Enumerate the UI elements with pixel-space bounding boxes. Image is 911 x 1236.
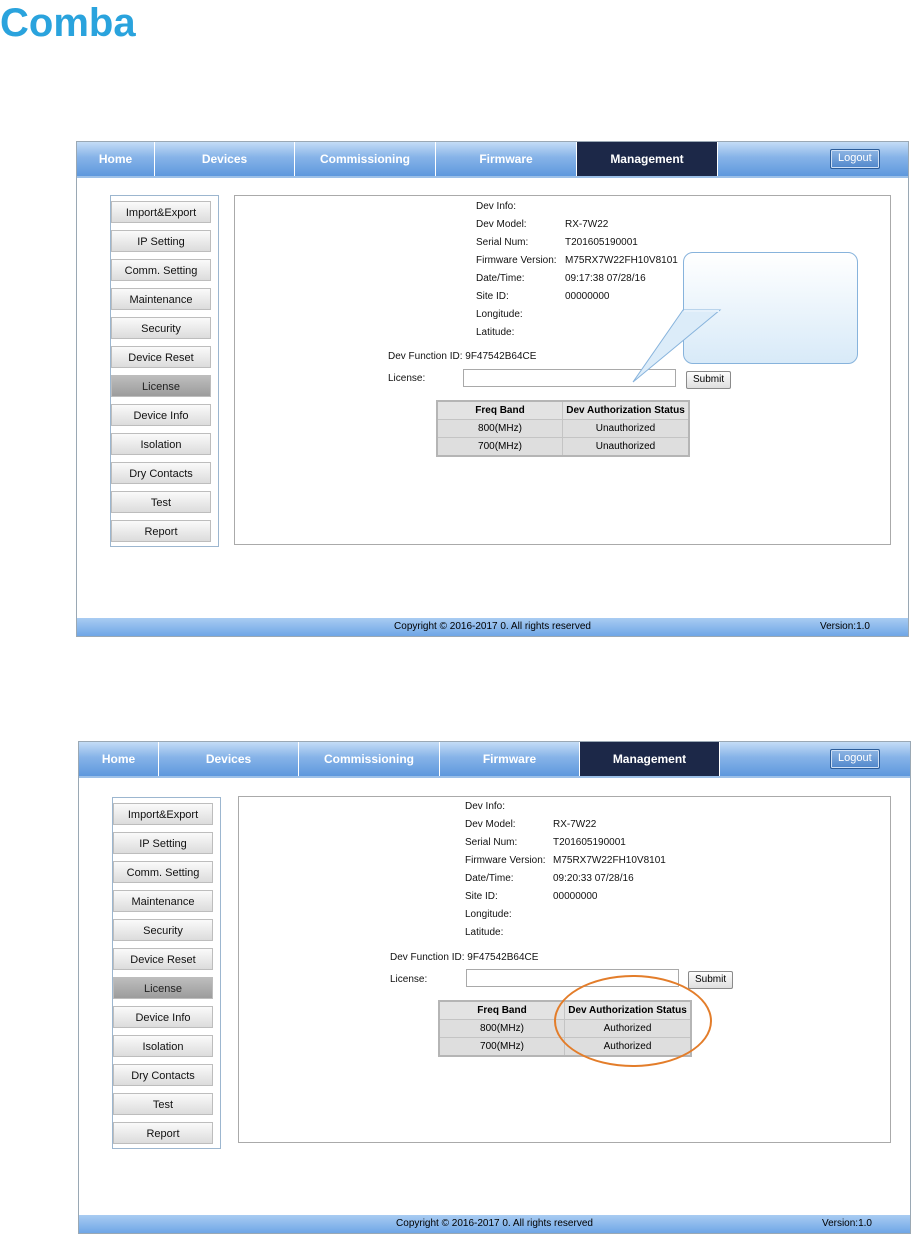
authorization-table: Freq Band Dev Authorization Status 800(M…	[436, 400, 690, 457]
table-header-row: Freq Band Dev Authorization Status	[436, 400, 690, 420]
table-row: 700(MHz) Unauthorized	[436, 437, 690, 457]
menu-license[interactable]: License	[111, 375, 211, 397]
menu-ip-setting[interactable]: IP Setting	[111, 230, 211, 252]
logo-text: Comba	[0, 1, 136, 44]
dev-function-id: Dev Function ID: 9F47542B64CE	[390, 952, 539, 963]
serial-num-value: T201605190001	[553, 837, 626, 848]
menu-import-export[interactable]: Import&Export	[113, 803, 213, 825]
firmware-version-value: M75RX7W22FH10V8101	[565, 255, 678, 266]
menu-maintenance[interactable]: Maintenance	[111, 288, 211, 310]
site-id-label: Site ID:	[476, 291, 509, 302]
tab-home[interactable]: Home	[79, 742, 159, 776]
longitude-label: Longitude:	[465, 909, 512, 920]
menu-security[interactable]: Security	[111, 317, 211, 339]
firmware-version-label: Firmware Version:	[476, 255, 557, 266]
header-freq-band: Freq Band	[436, 400, 563, 420]
screenshot-after: Home Devices Commissioning Firmware Mana…	[78, 741, 911, 1234]
tab-firmware[interactable]: Firmware	[440, 742, 580, 776]
serial-num-label: Serial Num:	[465, 837, 518, 848]
dev-model-label: Dev Model:	[465, 819, 516, 830]
footer: Copyright © 2016-2017 0. All rights rese…	[77, 618, 908, 636]
header-freq-band: Freq Band	[438, 1000, 565, 1020]
dev-model-value: RX-7W22	[553, 819, 597, 830]
menu-report[interactable]: Report	[113, 1122, 213, 1144]
menu-report[interactable]: Report	[111, 520, 211, 542]
menu-maintenance[interactable]: Maintenance	[113, 890, 213, 912]
license-panel: Dev Info: Dev Model: RX-7W22 Serial Num:…	[234, 195, 891, 545]
date-time-label: Date/Time:	[476, 273, 525, 284]
site-id-label: Site ID:	[465, 891, 498, 902]
date-time-value: 09:17:38 07/28/16	[565, 273, 646, 284]
version-text: Version:1.0	[819, 621, 870, 632]
table-row: 800(MHz) Unauthorized	[436, 419, 690, 438]
freq-band-cell: 800(MHz)	[438, 1019, 565, 1038]
menu-device-reset[interactable]: Device Reset	[113, 948, 213, 970]
top-nav: Home Devices Commissioning Firmware Mana…	[79, 742, 910, 778]
license-label: License:	[390, 974, 428, 985]
menu-test[interactable]: Test	[113, 1093, 213, 1115]
copyright-text: Copyright © 2016-2017 0. All rights rese…	[396, 1218, 593, 1229]
date-time-label: Date/Time:	[465, 873, 514, 884]
comba-logo: Comba	[0, 1, 136, 44]
freq-band-cell: 700(MHz)	[438, 1037, 565, 1057]
tab-devices[interactable]: Devices	[159, 742, 299, 776]
top-nav: Home Devices Commissioning Firmware Mana…	[77, 142, 908, 178]
menu-comm-setting[interactable]: Comm. Setting	[111, 259, 211, 281]
dev-model-value: RX-7W22	[565, 219, 609, 230]
logout-button[interactable]: Logout	[830, 149, 880, 169]
date-time-value: 09:20:33 07/28/16	[553, 873, 634, 884]
site-id-value: 00000000	[553, 891, 598, 902]
tab-management[interactable]: Management	[577, 142, 718, 176]
dev-model-label: Dev Model:	[476, 219, 527, 230]
freq-band-cell: 800(MHz)	[436, 419, 563, 438]
freq-band-cell: 700(MHz)	[436, 437, 563, 457]
dev-info-title: Dev Info:	[465, 801, 506, 812]
header-auth-status: Dev Authorization Status	[562, 400, 690, 420]
logout-button[interactable]: Logout	[830, 749, 880, 769]
latitude-label: Latitude:	[476, 327, 515, 338]
footer: Copyright © 2016-2017 0. All rights rese…	[79, 1215, 910, 1233]
serial-num-label: Serial Num:	[476, 237, 529, 248]
menu-ip-setting[interactable]: IP Setting	[113, 832, 213, 854]
screenshot-before: Home Devices Commissioning Firmware Mana…	[76, 141, 909, 637]
tab-firmware[interactable]: Firmware	[436, 142, 577, 176]
copyright-text: Copyright © 2016-2017 0. All rights rese…	[394, 621, 591, 632]
callout-pointer	[632, 309, 722, 383]
menu-isolation[interactable]: Isolation	[111, 433, 211, 455]
menu-security[interactable]: Security	[113, 919, 213, 941]
menu-isolation[interactable]: Isolation	[113, 1035, 213, 1057]
highlight-circle	[554, 975, 712, 1067]
longitude-label: Longitude:	[476, 309, 523, 320]
version-text: Version:1.0	[821, 1218, 872, 1229]
auth-status-cell: Unauthorized	[562, 437, 690, 457]
menu-dry-contacts[interactable]: Dry Contacts	[111, 462, 211, 484]
menu-device-reset[interactable]: Device Reset	[111, 346, 211, 368]
menu-comm-setting[interactable]: Comm. Setting	[113, 861, 213, 883]
license-label: License:	[388, 373, 426, 384]
tab-devices[interactable]: Devices	[155, 142, 295, 176]
site-id-value: 00000000	[565, 291, 610, 302]
tab-management[interactable]: Management	[580, 742, 720, 776]
latitude-label: Latitude:	[465, 927, 504, 938]
menu-device-info[interactable]: Device Info	[113, 1006, 213, 1028]
firmware-version-label: Firmware Version:	[465, 855, 546, 866]
tab-home[interactable]: Home	[77, 142, 155, 176]
tab-commissioning[interactable]: Commissioning	[295, 142, 436, 176]
tab-commissioning[interactable]: Commissioning	[299, 742, 440, 776]
firmware-version-value: M75RX7W22FH10V8101	[553, 855, 666, 866]
side-menu: Import&Export IP Setting Comm. Setting M…	[112, 797, 221, 1149]
serial-num-value: T201605190001	[565, 237, 638, 248]
license-panel: Dev Info: Dev Model: RX-7W22 Serial Num:…	[238, 796, 891, 1143]
menu-dry-contacts[interactable]: Dry Contacts	[113, 1064, 213, 1086]
menu-device-info[interactable]: Device Info	[111, 404, 211, 426]
menu-import-export[interactable]: Import&Export	[111, 201, 211, 223]
dev-function-id: Dev Function ID: 9F47542B64CE	[388, 351, 537, 362]
auth-status-cell: Unauthorized	[562, 419, 690, 438]
side-menu: Import&Export IP Setting Comm. Setting M…	[110, 195, 219, 547]
menu-license[interactable]: License	[113, 977, 213, 999]
submit-button[interactable]: Submit	[688, 971, 734, 989]
menu-test[interactable]: Test	[111, 491, 211, 513]
dev-info-title: Dev Info:	[476, 201, 517, 212]
